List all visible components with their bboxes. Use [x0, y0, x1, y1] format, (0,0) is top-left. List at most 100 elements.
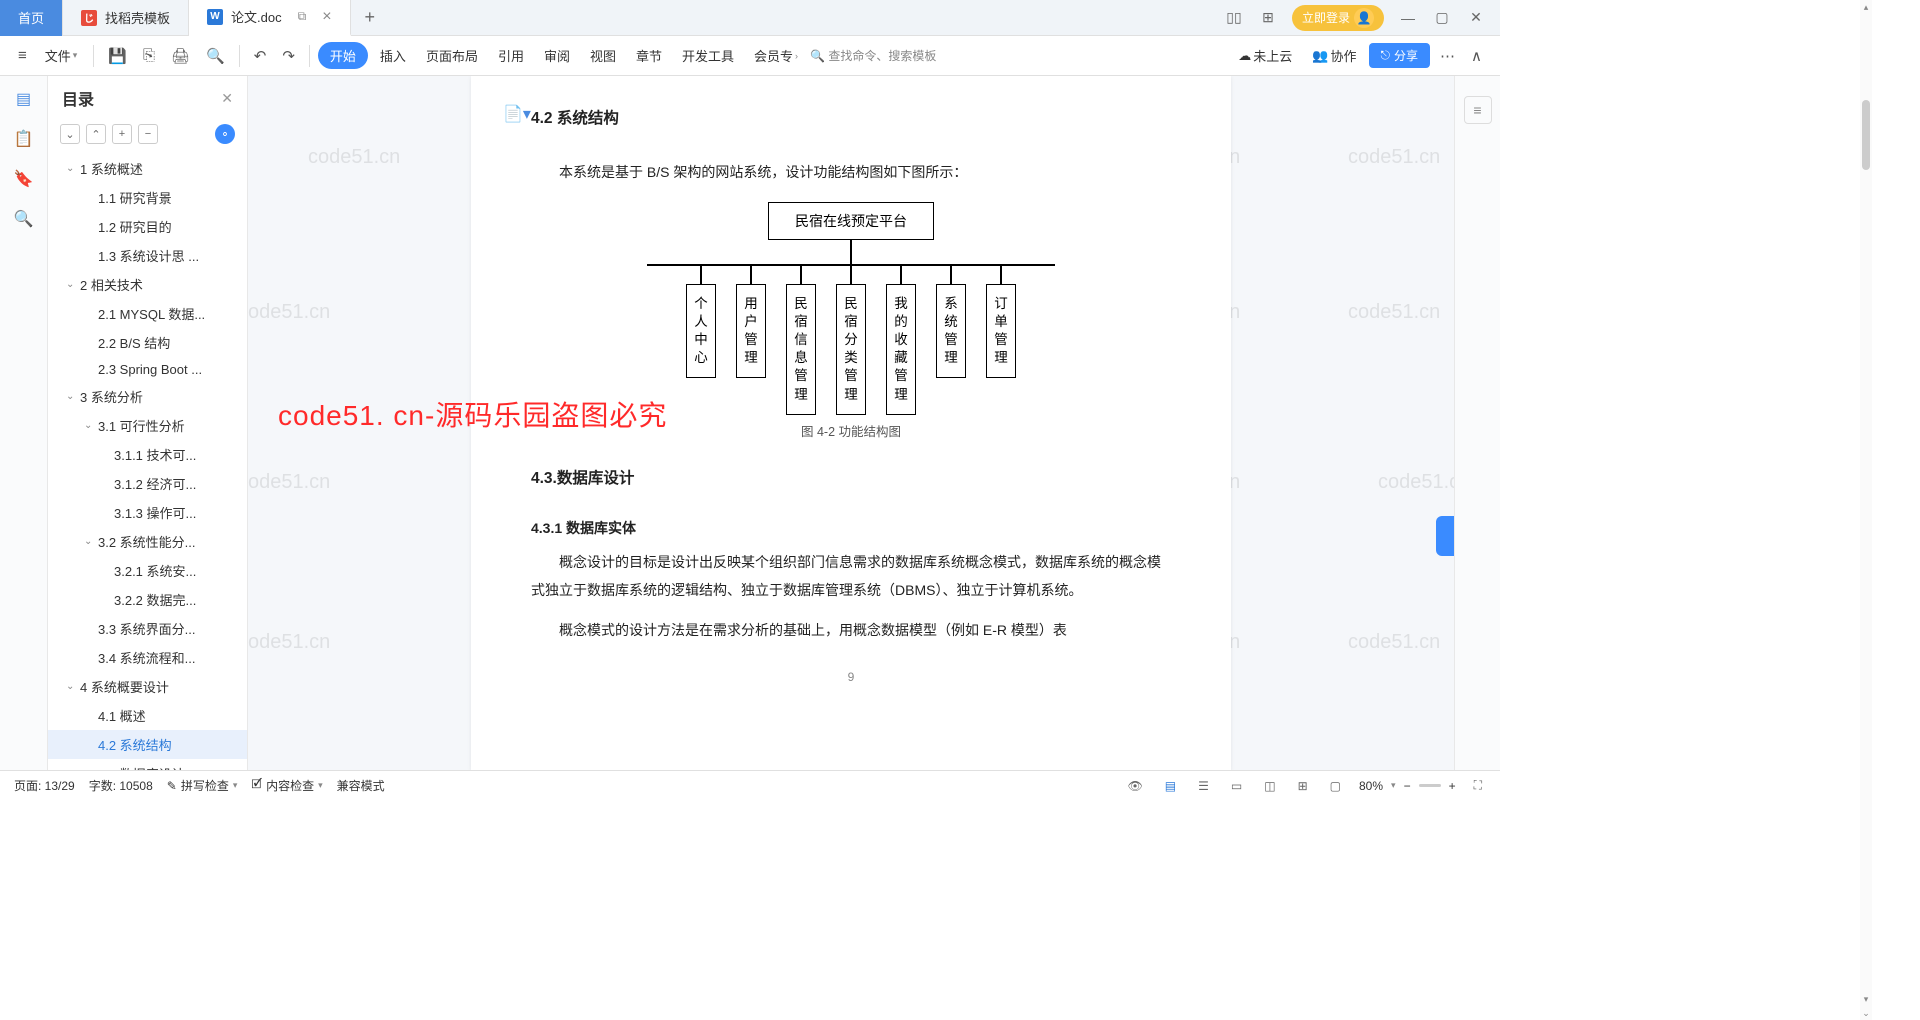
watermark: code51.cn	[308, 146, 400, 169]
body-text: 概念模式的设计方法是在需求分析的基础上，用概念数据模型（例如 E-R 模型）表	[531, 616, 1171, 644]
print-icon[interactable]: 🖨	[165, 43, 196, 69]
view-read-icon[interactable]: ▭	[1227, 779, 1246, 793]
search-rail-icon[interactable]: 🔍	[13, 208, 35, 230]
tab-home[interactable]: 首页	[0, 0, 63, 36]
outline-item-label: 1 系统概述	[80, 159, 143, 178]
minimize-icon[interactable]: —	[1398, 8, 1418, 28]
bookmark-icon[interactable]: 🔖	[13, 168, 35, 190]
popout-icon[interactable]: ⧉	[298, 9, 307, 24]
expand-all-icon[interactable]: ⌃	[86, 124, 106, 144]
document-page: 📄▾ 4.2 系统结构 本系统是基于 B/S 架构的网站系统，设计功能结构图如下…	[471, 76, 1231, 770]
side-tab[interactable]	[1436, 516, 1454, 556]
outline-item[interactable]: 3.1.3 操作可...	[48, 498, 247, 527]
outline-settings-icon[interactable]: ⚬	[215, 124, 235, 144]
content-check-button[interactable]: 🗹 内容检查 ▾	[251, 775, 322, 796]
format-pane-icon[interactable]: ≡	[1464, 96, 1492, 124]
coop-button[interactable]: 👥 协作	[1304, 42, 1364, 69]
apps-icon[interactable]: ⊞	[1258, 8, 1278, 28]
zoom-slider[interactable]	[1419, 784, 1441, 787]
ribbon-section[interactable]: 章节	[628, 42, 670, 69]
view-web-icon[interactable]: ◫	[1260, 779, 1279, 793]
outline-item[interactable]: 1.2 研究目的	[48, 212, 247, 241]
outline-item[interactable]: 3.4 系统流程和...	[48, 643, 247, 672]
save-icon[interactable]: 💾	[102, 43, 133, 69]
undo-icon[interactable]: ↶	[248, 43, 273, 69]
document-viewport[interactable]: code51.cn code51.cn code51.cn code51.cn …	[248, 76, 1454, 770]
view-page-icon[interactable]: ▤	[1161, 779, 1180, 793]
outline-item[interactable]: ⌄2 相关技术	[48, 270, 247, 299]
tab-add[interactable]: +	[351, 7, 390, 28]
spellcheck-button[interactable]: ✎ 拼写检查 ▾	[167, 777, 238, 794]
outline-item[interactable]: 3.1.1 技术可...	[48, 440, 247, 469]
more-icon[interactable]: ⋯	[1434, 43, 1461, 69]
file-menu[interactable]: 文件▾	[37, 42, 86, 69]
outline-icon[interactable]: ▤	[13, 88, 35, 110]
ribbon-start[interactable]: 开始	[318, 42, 368, 69]
outline-item[interactable]: ⌄4.3.数据库设计	[48, 759, 247, 770]
ribbon-insert[interactable]: 插入	[372, 42, 414, 69]
preview-icon[interactable]: 🔍	[200, 43, 231, 69]
eye-icon[interactable]: 👁	[1124, 779, 1147, 793]
outline-item-label: 3 系统分析	[80, 387, 143, 406]
chevron-down-icon: ⌄	[66, 681, 76, 692]
window-controls: ▯▯ ⊞ 立即登录 👤 — ▢ ✕	[1210, 5, 1500, 31]
outline-item[interactable]: ⌄1 系统概述	[48, 154, 247, 183]
outline-item[interactable]: 4.2 系统结构	[48, 730, 247, 759]
share-button[interactable]: ⎋ 分享	[1369, 43, 1431, 68]
outline-tree: ⌄1 系统概述1.1 研究背景1.2 研究目的1.3 系统设计思 ...⌄2 相…	[48, 148, 247, 770]
remove-heading-icon[interactable]: −	[138, 124, 158, 144]
outline-item[interactable]: 4.1 概述	[48, 701, 247, 730]
word-count[interactable]: 字数: 10508	[89, 777, 153, 794]
outline-item[interactable]: 1.3 系统设计思 ...	[48, 241, 247, 270]
outline-item[interactable]: 2.1 MYSQL 数据...	[48, 299, 247, 328]
outline-close-icon[interactable]: ✕	[221, 90, 233, 107]
export-icon[interactable]: ⎘	[137, 43, 161, 68]
outline-item-label: 1.3 系统设计思 ...	[98, 246, 199, 265]
outline-item[interactable]: ⌄3 系统分析	[48, 382, 247, 411]
ribbon-member[interactable]: 会员专›	[746, 42, 806, 69]
outline-item[interactable]: 2.2 B/S 结构	[48, 328, 247, 357]
redo-icon[interactable]: ↷	[276, 43, 301, 69]
cloud-status[interactable]: ☁ 未上云	[1230, 42, 1300, 69]
zoom-control[interactable]: 80%▾ − +	[1359, 779, 1456, 793]
collapse-ribbon-icon[interactable]: ∧	[1465, 43, 1488, 69]
add-heading-icon[interactable]: +	[112, 124, 132, 144]
ribbon-view[interactable]: 视图	[582, 42, 624, 69]
ribbon-layout[interactable]: 页面布局	[418, 42, 486, 69]
page-indicator[interactable]: 页面: 13/29	[14, 777, 75, 794]
outline-item[interactable]: 2.3 Spring Boot ...	[48, 357, 247, 382]
ruler-icon[interactable]: ▢	[1326, 779, 1345, 793]
layout-icon[interactable]: ▯▯	[1224, 8, 1244, 28]
ribbon-review[interactable]: 审阅	[536, 42, 578, 69]
outline-item[interactable]: 1.1 研究背景	[48, 183, 247, 212]
collapse-all-icon[interactable]: ⌄	[60, 124, 80, 144]
tab-template[interactable]: じ 找稻壳模板	[63, 0, 189, 36]
ribbon-devtools[interactable]: 开发工具	[674, 42, 742, 69]
chevron-down-icon: ⌄	[84, 536, 94, 547]
zoom-out-icon[interactable]: −	[1404, 779, 1411, 793]
login-button[interactable]: 立即登录 👤	[1292, 5, 1384, 31]
outline-item[interactable]: 3.2.2 数据完...	[48, 585, 247, 614]
zoom-in-icon[interactable]: +	[1449, 779, 1456, 793]
outline-item-label: 3.1 可行性分析	[98, 416, 185, 435]
tab-document[interactable]: W 论文.doc ⧉ ×	[189, 0, 351, 36]
close-window-icon[interactable]: ✕	[1466, 8, 1486, 28]
ribbon-ref[interactable]: 引用	[490, 42, 532, 69]
grid-icon[interactable]: ⊞	[1294, 779, 1312, 793]
outline-item[interactable]: 3.2.1 系统安...	[48, 556, 247, 585]
view-outline-icon[interactable]: ☰	[1194, 779, 1213, 793]
paragraph-icon[interactable]: 📄▾	[503, 104, 531, 124]
outline-item[interactable]: 3.1.2 经济可...	[48, 469, 247, 498]
outline-item[interactable]: 3.3 系统界面分...	[48, 614, 247, 643]
compat-mode[interactable]: 兼容模式	[337, 777, 385, 794]
outline-item[interactable]: ⌄4 系统概要设计	[48, 672, 247, 701]
outline-item[interactable]: ⌄3.2 系统性能分...	[48, 527, 247, 556]
fullscreen-icon[interactable]: ⛶	[1470, 778, 1486, 793]
outline-item[interactable]: ⌄3.1 可行性分析	[48, 411, 247, 440]
maximize-icon[interactable]: ▢	[1432, 8, 1452, 28]
heading-4-3-1: 4.3.1 数据库实体	[531, 518, 1171, 538]
command-search[interactable]: 🔍 查找命令、搜索模板	[810, 47, 936, 64]
close-icon[interactable]: ×	[322, 8, 331, 26]
menu-icon[interactable]: ≡	[12, 43, 33, 68]
clipboard-icon[interactable]: 📋	[13, 128, 35, 150]
